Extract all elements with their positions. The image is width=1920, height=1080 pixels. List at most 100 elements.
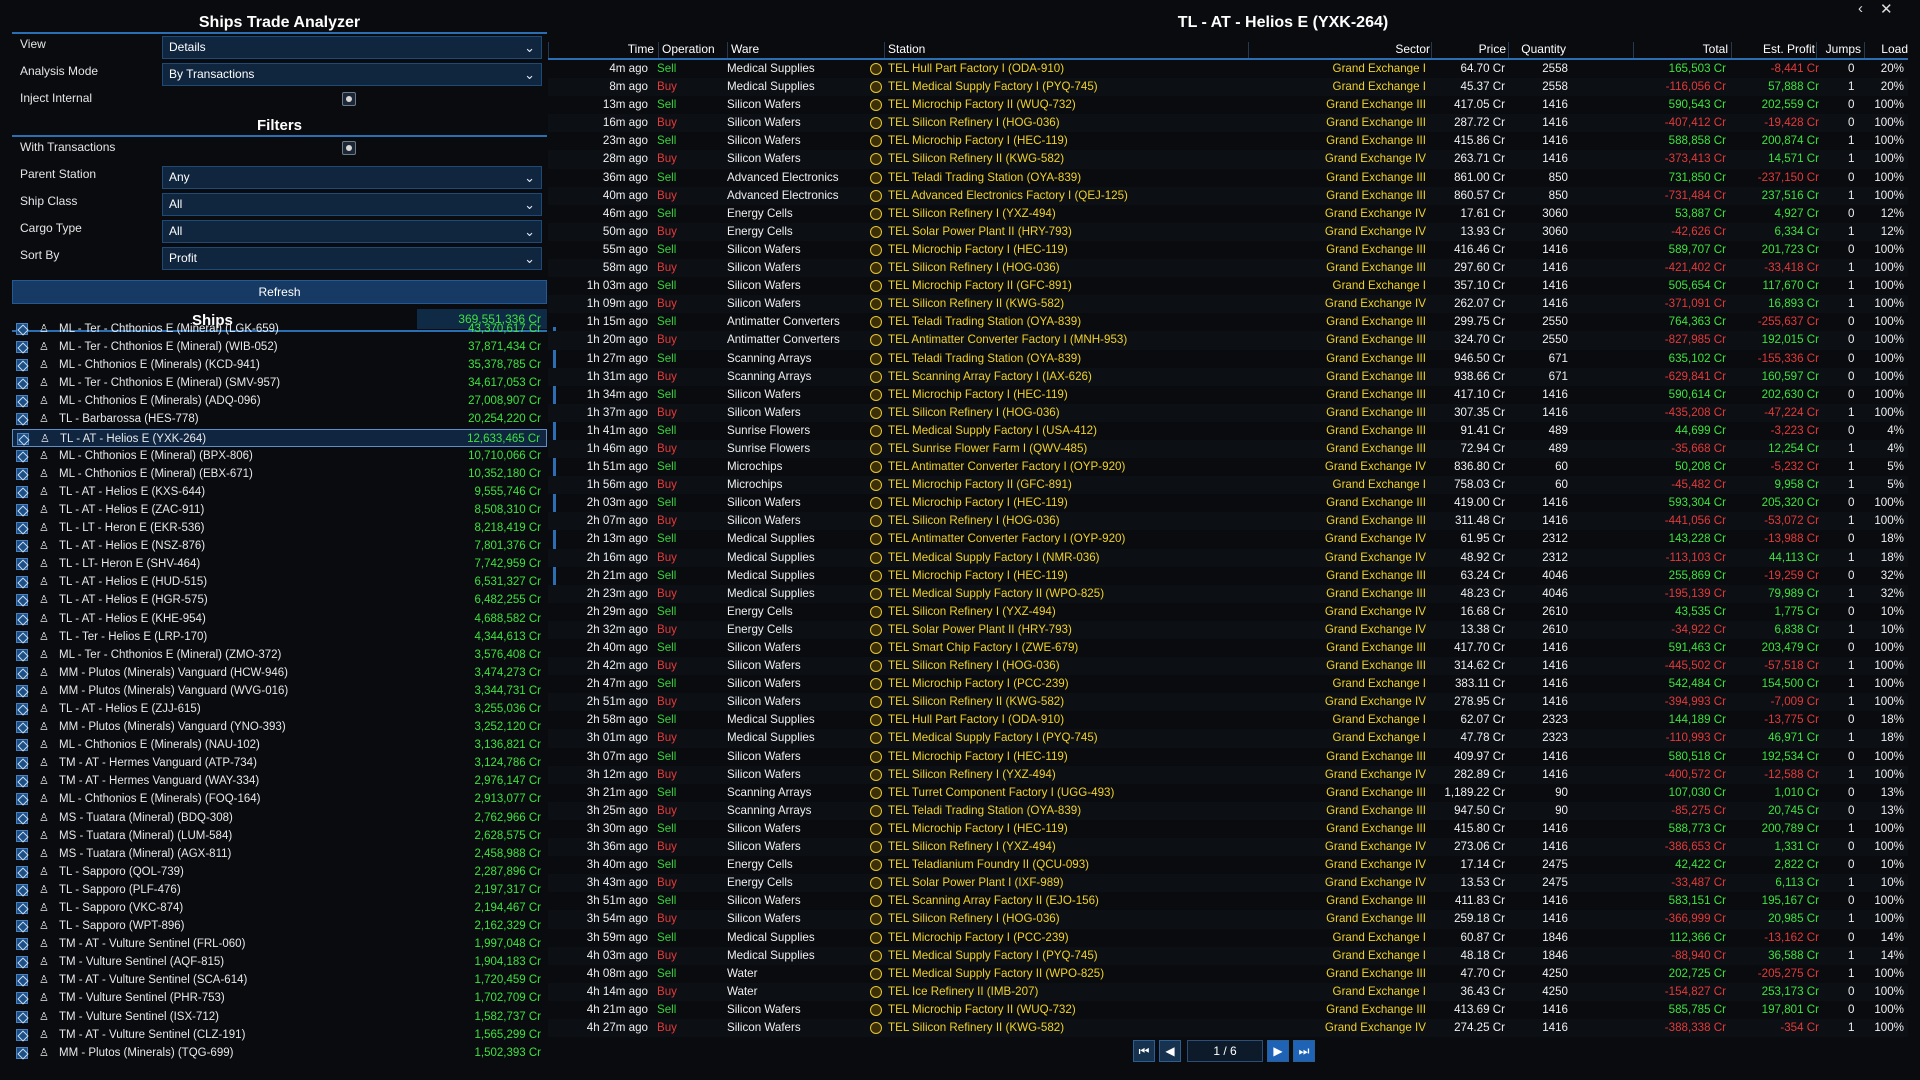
- station-cell[interactable]: TEL Medical Supply Factory II (WPO-825): [888, 965, 1104, 983]
- table-row[interactable]: 2h 58m ago Sell Medical Supplies TEL Hull P…: [548, 711, 1908, 729]
- station-cell[interactable]: TEL Microchip Factory I (HEC-119): [888, 132, 1068, 150]
- station-cell[interactable]: TEL Silicon Refinery I (HOG-036): [888, 657, 1060, 675]
- station-cell[interactable]: TEL Medical Supply Factory I (PYQ-745): [888, 947, 1098, 965]
- station-cell[interactable]: TEL Teladianium Foundry II (QCU-093): [888, 856, 1089, 874]
- table-row[interactable]: 3h 51m ago Sell Silicon Wafers TEL Scanning…: [548, 892, 1908, 910]
- station-cell[interactable]: TEL Scanning Array Factory I (IAX-626): [888, 368, 1092, 386]
- ship-select-icon[interactable]: [16, 793, 28, 806]
- station-cell[interactable]: TEL Advanced Electronics Factory I (QEJ-…: [888, 187, 1128, 205]
- table-row[interactable]: 16m ago Buy Silicon Wafers TEL Silicon Refi…: [548, 114, 1908, 133]
- ship-list-item[interactable]: ♙ ML - Ter - Chthonios E (Mineral) (LGK-6…: [12, 320, 547, 338]
- ship-list-item[interactable]: ♙ TL - AT - Helios E (KHE-954) 4,688,582 C…: [12, 610, 547, 628]
- table-row[interactable]: 3h 36m ago Buy Silicon Wafers TEL Silicon R…: [548, 838, 1908, 857]
- ship-list-item[interactable]: ♙ TM - AT - Hermes Vanguard (ATP-734) 3,12…: [12, 754, 547, 772]
- ship-select-icon[interactable]: [16, 902, 28, 914]
- ship-select-icon[interactable]: [16, 938, 28, 951]
- station-cell[interactable]: TEL Microchip Factory II (WUQ-732): [888, 96, 1076, 114]
- station-cell[interactable]: TEL Teladi Trading Station (OYA-839): [888, 313, 1081, 331]
- ship-select-icon[interactable]: [16, 702, 28, 715]
- ship-select-icon[interactable]: [16, 323, 28, 335]
- ship-list-item[interactable]: ♙ TL - AT - Helios E (NSZ-876) 7,801,376 C…: [12, 537, 547, 555]
- table-row[interactable]: 4h 27m ago Buy Silicon Wafers TEL Silicon R…: [548, 1018, 1908, 1038]
- column-header[interactable]: Quantity: [1508, 42, 1566, 58]
- column-header[interactable]: Jumps: [1816, 42, 1861, 58]
- ship-list-item[interactable]: ♙ ML - Chthonios E (Minerals) (NAU-102) 3,…: [12, 736, 547, 754]
- ship-select-icon[interactable]: [16, 359, 28, 372]
- table-row[interactable]: 2h 07m ago Buy Silicon Wafers TEL Silicon R…: [548, 512, 1908, 531]
- table-row[interactable]: 3h 12m ago Buy Silicon Wafers TEL Silicon R…: [548, 765, 1908, 784]
- station-cell[interactable]: TEL Antimatter Converter Factory I (OYP-…: [888, 530, 1125, 548]
- ship-select-icon[interactable]: [16, 503, 28, 516]
- ship-select-icon[interactable]: [16, 666, 28, 679]
- table-row[interactable]: 1h 34m ago Sell Silicon Wafers TEL Microchi…: [548, 386, 1908, 404]
- column-header[interactable]: Time: [548, 42, 654, 58]
- station-cell[interactable]: TEL Microchip Factory I (PCC-239): [888, 675, 1069, 693]
- ship-list-item[interactable]: ♙ TM - AT - Vulture Sentinel (FRL-060) 1,9…: [12, 935, 547, 953]
- station-cell[interactable]: TEL Teladi Trading Station (OYA-839): [888, 350, 1081, 368]
- station-cell[interactable]: TEL Hull Part Factory I (ODA-910): [888, 711, 1064, 729]
- ship-select-icon[interactable]: [16, 847, 28, 860]
- table-row[interactable]: 2h 42m ago Buy Silicon Wafers TEL Silicon R…: [548, 657, 1908, 676]
- sort-dropdown[interactable]: Profit ⌄: [162, 247, 542, 270]
- ship-list-item[interactable]: ♙ TL - Sapporo (WPT-896) 2,162,329 Cr: [12, 917, 547, 935]
- ship-list-item[interactable]: ♙ ML - Chthonios E (Minerals) (FOQ-164) 2,…: [12, 790, 547, 808]
- table-row[interactable]: 1h 37m ago Buy Silicon Wafers TEL Silicon R…: [548, 403, 1908, 422]
- table-row[interactable]: 2h 23m ago Buy Medical Supplies TEL Medical…: [548, 584, 1908, 603]
- with-tx-checkbox[interactable]: [342, 141, 356, 155]
- column-header[interactable]: Station: [884, 42, 1246, 58]
- station-cell[interactable]: TEL Microchip Factory I (HEC-119): [888, 820, 1068, 838]
- table-row[interactable]: 3h 25m ago Buy Scanning Arrays TEL Teladi T…: [548, 801, 1908, 820]
- table-row[interactable]: 4h 03m ago Buy Medical Supplies TEL Medical…: [548, 946, 1908, 965]
- ship-select-icon[interactable]: [16, 467, 28, 480]
- table-row[interactable]: 4m ago Sell Medical Supplies TEL Hull Part …: [548, 60, 1908, 78]
- ship-list-item[interactable]: ♙ TL - AT - Helios E (HGR-575) 6,482,255 C…: [12, 591, 547, 609]
- station-cell[interactable]: TEL Silicon Refinery I (HOG-036): [888, 512, 1060, 530]
- table-row[interactable]: 1h 09m ago Buy Silicon Wafers TEL Silicon R…: [548, 295, 1908, 314]
- next-page-button[interactable]: ▶: [1267, 1040, 1289, 1062]
- table-row[interactable]: 1h 03m ago Sell Silicon Wafers TEL Microchi…: [548, 277, 1908, 295]
- analysis-dropdown[interactable]: By Transactions ⌄: [162, 63, 542, 86]
- station-cell[interactable]: TEL Scanning Array Factory II (EJO-156): [888, 892, 1099, 910]
- ship-select-icon[interactable]: [16, 1046, 28, 1059]
- column-header[interactable]: Sector: [1248, 42, 1430, 58]
- table-row[interactable]: 1h 56m ago Buy Microchips TEL Microchip Fac…: [548, 476, 1908, 495]
- ship-list-item[interactable]: ♙ TL - Barbarossa (HES-778) 20,254,220 Cr: [12, 410, 547, 428]
- ship-list-item[interactable]: ♙ ML - Chthonios E (Mineral) (EBX-671) 10,…: [12, 465, 547, 483]
- station-cell[interactable]: TEL Silicon Refinery II (KWG-582): [888, 295, 1064, 313]
- ship-select-icon[interactable]: [16, 648, 28, 661]
- table-row[interactable]: 46m ago Sell Energy Cells TEL Silicon Refin…: [548, 205, 1908, 223]
- ship-list-item[interactable]: ♙ TM - Vulture Sentinel (PHR-753) 1,702,70…: [12, 989, 547, 1007]
- ship-select-icon[interactable]: [16, 1010, 28, 1023]
- column-header[interactable]: Price: [1431, 42, 1506, 58]
- table-row[interactable]: 1h 20m ago Buy Antimatter Converters TEL An…: [548, 331, 1908, 350]
- ship-list-item[interactable]: ♙ TL - LT- Heron E (SHV-464) 7,742,959 Cr: [12, 555, 547, 573]
- ship-select-icon[interactable]: [16, 739, 28, 752]
- ship-select-icon[interactable]: [16, 684, 28, 697]
- station-cell[interactable]: TEL Silicon Refinery II (KWG-582): [888, 1019, 1064, 1037]
- table-row[interactable]: 2h 03m ago Sell Silicon Wafers TEL Microchi…: [548, 494, 1908, 512]
- station-cell[interactable]: TEL Teladi Trading Station (OYA-839): [888, 169, 1081, 187]
- station-cell[interactable]: TEL Microchip Factory II (WUQ-732): [888, 1001, 1076, 1019]
- table-row[interactable]: 3h 40m ago Sell Energy Cells TEL Teladianiu…: [548, 856, 1908, 874]
- ship-list-item[interactable]: ♙ MS - Tuatara (Mineral) (BDQ-308) 2,762,9…: [12, 809, 547, 827]
- station-cell[interactable]: TEL Silicon Refinery I (HOG-036): [888, 114, 1060, 132]
- prev-page-button[interactable]: ◀: [1159, 1040, 1181, 1062]
- last-page-button[interactable]: ⏭: [1293, 1040, 1315, 1062]
- table-row[interactable]: 23m ago Sell Silicon Wafers TEL Microchip F…: [548, 132, 1908, 150]
- table-row[interactable]: 13m ago Sell Silicon Wafers TEL Microchip F…: [548, 96, 1908, 114]
- ship-list-item[interactable]: ♙ TL - Sapporo (VKC-874) 2,194,467 Cr: [12, 899, 547, 917]
- ship-select-icon[interactable]: [16, 522, 28, 535]
- ship-list-item[interactable]: ♙ ML - Ter - Chthonios E (Mineral) (WIB-0…: [12, 338, 547, 356]
- table-row[interactable]: 58m ago Buy Silicon Wafers TEL Silicon Refi…: [548, 259, 1908, 278]
- ship-select-icon[interactable]: [16, 558, 28, 571]
- table-row[interactable]: 1h 15m ago Sell Antimatter Converters TEL T…: [548, 313, 1908, 331]
- station-cell[interactable]: TEL Microchip Factory II (GFC-891): [888, 277, 1072, 295]
- ship-list-item[interactable]: ♙ TL - Sapporo (QOL-739) 2,287,896 Cr: [12, 863, 547, 881]
- ship-list-item[interactable]: ♙ TM - AT - Vulture Sentinel (SCA-614) 1,7…: [12, 971, 547, 989]
- refresh-button[interactable]: Refresh: [12, 280, 547, 304]
- table-row[interactable]: 2h 32m ago Buy Energy Cells TEL Solar Power…: [548, 620, 1908, 639]
- column-header[interactable]: Ware: [727, 42, 882, 58]
- ship-select-icon[interactable]: [16, 576, 28, 589]
- ship-list-item[interactable]: ♙ TL - Ter - Helios E (LRP-170) 4,344,613 …: [12, 628, 547, 646]
- table-row[interactable]: 3h 59m ago Sell Medical Supplies TEL Microc…: [548, 929, 1908, 947]
